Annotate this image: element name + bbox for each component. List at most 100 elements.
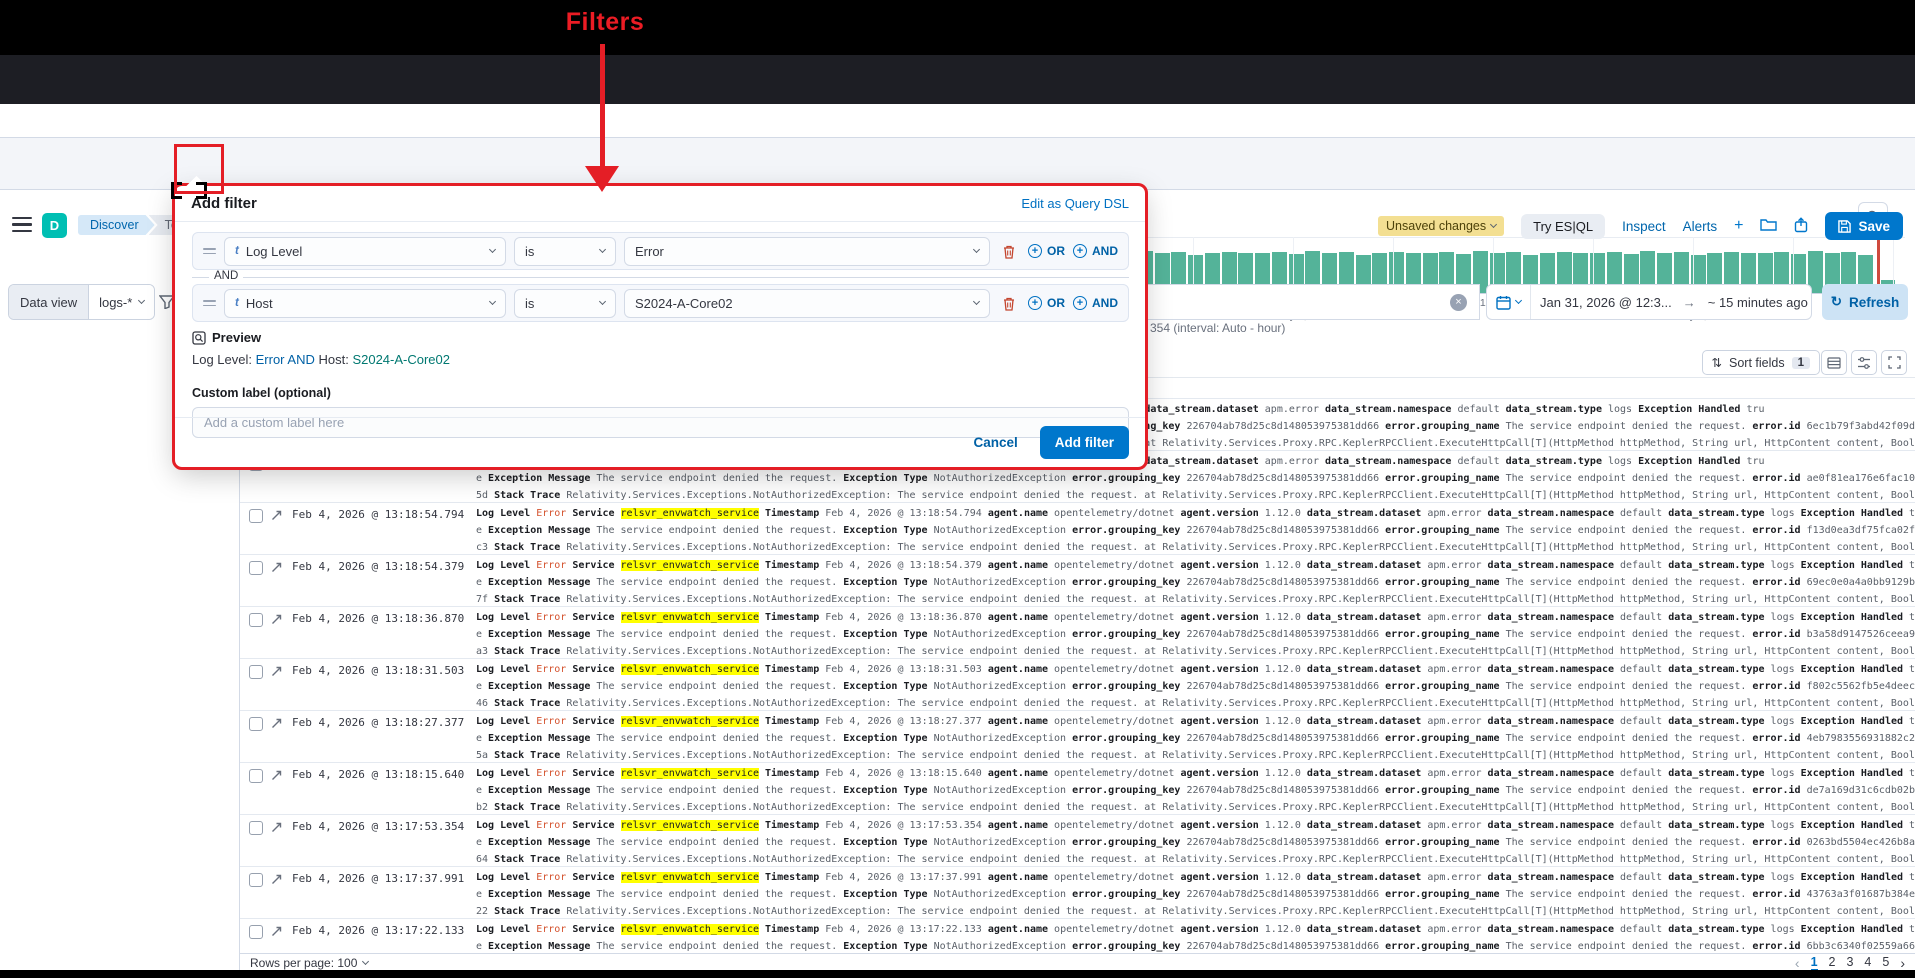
expand-row-icon[interactable]	[271, 665, 282, 680]
clear-query-icon[interactable]: ×	[1450, 294, 1467, 311]
table-row[interactable]: Feb 4, 2026 @ 13:17:37.991Log Level Erro…	[240, 866, 1915, 918]
chevron-down-icon	[362, 958, 369, 965]
previous-page-icon[interactable]: ‹	[1795, 955, 1800, 971]
expand-row-icon[interactable]	[271, 561, 282, 576]
filter-value-input[interactable]: S2024-A-Core02	[624, 289, 990, 318]
inspect-link[interactable]: Inspect	[1622, 219, 1666, 234]
new-session-button[interactable]: +	[1734, 217, 1743, 235]
discover-app-tile[interactable]: D	[42, 213, 67, 238]
date-range-picker[interactable]: Jan 31, 2026 @ 12:3... → ~ 15 minutes ag…	[1486, 284, 1812, 320]
row-summary: Log Level Error Service relsvr_envwatch_…	[476, 714, 1915, 764]
row-checkbox[interactable]	[249, 509, 263, 523]
page-number[interactable]: 3	[1846, 955, 1853, 971]
expand-row-icon[interactable]	[271, 769, 282, 784]
page-number[interactable]: 5	[1882, 955, 1889, 971]
sort-icon: ⇅	[1712, 355, 1722, 370]
table-row[interactable]: Feb 4, 2026 @ 13:18:54.794Log Level Erro…	[240, 502, 1915, 554]
data-view-label: Data view	[9, 285, 88, 319]
page-number[interactable]: 2	[1829, 955, 1836, 971]
grid-settings-icon[interactable]	[1851, 350, 1877, 375]
row-checkbox[interactable]	[249, 561, 263, 575]
add-or-button[interactable]: +OR	[1028, 296, 1065, 310]
row-summary: Log Level Error Service relsvr_envwatch_…	[476, 870, 1915, 920]
filter-preview: Preview Log Level: Error AND Host: S2024…	[192, 330, 450, 367]
expand-row-icon[interactable]	[271, 821, 282, 836]
table-row[interactable]: Feb 4, 2026 @ 13:18:27.377Log Level Erro…	[240, 710, 1915, 762]
row-checkbox[interactable]	[249, 613, 263, 627]
filter-value-input[interactable]: Error	[624, 237, 990, 266]
fullscreen-icon[interactable]	[1881, 350, 1907, 375]
calendar-icon	[1496, 295, 1511, 310]
filter-operator-select[interactable]: is	[514, 237, 616, 266]
row-checkbox[interactable]	[249, 665, 263, 679]
expand-row-icon[interactable]	[271, 925, 282, 940]
expand-row-icon[interactable]	[271, 509, 282, 524]
sort-fields-button[interactable]: ⇅ Sort fields 1	[1702, 350, 1820, 375]
refresh-icon: ↻	[1831, 294, 1842, 310]
row-timestamp: Feb 4, 2026 @ 13:17:53.354	[292, 820, 464, 833]
try-esql-button[interactable]: Try ES|QL	[1521, 214, 1605, 239]
filter-field-select[interactable]: tHost	[224, 289, 506, 318]
share-icon[interactable]	[1794, 217, 1808, 236]
cancel-button[interactable]: Cancel	[973, 435, 1017, 450]
row-summary: Log Level Error Service relsvr_envwatch_…	[476, 662, 1915, 712]
table-row[interactable]: Feb 4, 2026 @ 13:17:53.354 Log Level Erro…	[240, 814, 1915, 866]
filter-operator-select[interactable]: is	[514, 289, 616, 318]
open-folder-icon[interactable]	[1760, 217, 1777, 235]
data-view-value[interactable]: logs-*	[88, 285, 154, 319]
annotation-bottom-band	[0, 970, 1915, 978]
expand-row-icon[interactable]	[271, 613, 282, 628]
breadcrumb-discover[interactable]: Discover	[78, 215, 155, 235]
row-timestamp: Feb 4, 2026 @ 13:18:31.503	[292, 664, 464, 677]
add-and-button[interactable]: +AND	[1073, 244, 1118, 258]
table-row[interactable]: Feb 4, 2026 @ 13:18:54.379Log Level Erro…	[240, 554, 1915, 606]
table-row[interactable]: Feb 4, 2026 @ 13:18:15.640Log Level Erro…	[240, 762, 1915, 814]
delete-filter-icon[interactable]	[998, 244, 1020, 259]
add-filter-button[interactable]: Add filter	[1040, 426, 1129, 459]
add-filter-popover: Add filter Edit as Query DSL tLog Level …	[175, 186, 1145, 467]
next-page-icon[interactable]: ›	[1900, 955, 1905, 971]
row-summary: Log Level Error Service relsvr_envwatch_…	[476, 818, 1915, 868]
calendar-menu[interactable]	[1487, 285, 1531, 319]
drag-handle-icon[interactable]	[203, 300, 216, 307]
filter-row: tLog Level is Error +OR +AND	[192, 232, 1129, 270]
filter-field-select[interactable]: tLog Level	[224, 237, 506, 266]
row-checkbox[interactable]	[249, 925, 263, 939]
date-end[interactable]: ~ 15 minutes ago	[1698, 295, 1818, 310]
row-density-icon[interactable]	[1821, 350, 1847, 375]
table-row[interactable]: Feb 4, 2026 @ 13:17:22.133Log Level Erro…	[240, 918, 1915, 953]
query-bar: Data view logs-* + log.level: "Error" an…	[0, 138, 1915, 190]
row-summary: Log Level Error Service relsvr_envwatch_…	[476, 766, 1915, 816]
row-summary: Log Level Error Service relsvr_envwatch_…	[476, 506, 1915, 556]
expand-row-icon[interactable]	[271, 717, 282, 732]
preview-label: Preview	[212, 330, 261, 345]
row-checkbox[interactable]	[249, 717, 263, 731]
menu-icon[interactable]	[12, 217, 32, 232]
alerts-link[interactable]: Alerts	[1683, 219, 1718, 234]
hits-interval-note: 354 (interval: Auto - hour)	[1150, 321, 1285, 335]
page-number[interactable]: 1	[1811, 955, 1818, 971]
edit-as-query-dsl-link[interactable]: Edit as Query DSL	[1021, 196, 1129, 211]
add-or-button[interactable]: +OR	[1028, 244, 1065, 258]
date-start[interactable]: Jan 31, 2026 @ 12:3...	[1531, 295, 1681, 310]
add-and-button[interactable]: +AND	[1073, 296, 1118, 310]
row-checkbox[interactable]	[249, 873, 263, 887]
data-view-picker[interactable]: Data view logs-*	[8, 284, 155, 320]
refresh-button[interactable]: ↻ Refresh	[1822, 284, 1908, 320]
save-button[interactable]: Save	[1825, 212, 1903, 240]
drag-handle-icon[interactable]	[203, 248, 216, 255]
breadcrumb-bar: D Discover Test Save Search ✓ Unsaved ch…	[0, 104, 1915, 138]
page-number[interactable]: 4	[1864, 955, 1871, 971]
filter-connector: AND	[192, 272, 1129, 282]
rows-per-page-control[interactable]: Rows per page: 100	[250, 956, 368, 970]
expand-row-icon[interactable]	[271, 873, 282, 888]
unsaved-changes-badge[interactable]: Unsaved changes	[1378, 216, 1504, 236]
table-row[interactable]: Feb 4, 2026 @ 13:18:36.870Log Level Erro…	[240, 606, 1915, 658]
date-arrow-icon: →	[1681, 295, 1698, 310]
delete-filter-icon[interactable]	[998, 296, 1020, 311]
row-checkbox[interactable]	[249, 769, 263, 783]
row-checkbox[interactable]	[249, 821, 263, 835]
table-row[interactable]: Feb 4, 2026 @ 13:18:31.503 Log Level Erro…	[240, 658, 1915, 710]
annotation-top-band	[0, 0, 1915, 55]
annotation-plus-button-box	[174, 144, 224, 194]
